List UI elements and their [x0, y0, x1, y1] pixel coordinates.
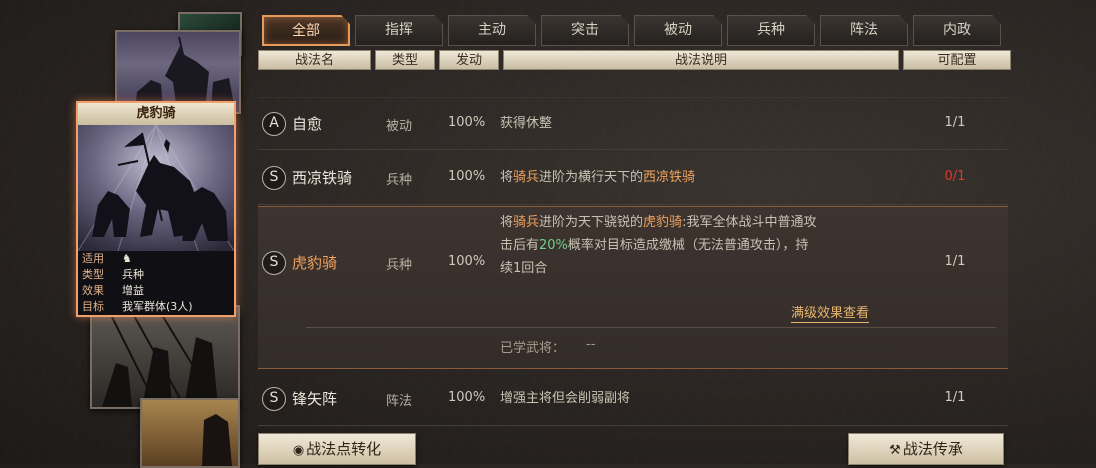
card-info-panel: 适用 ♞ 类型 兵种 效果 增益 目标 我军群体(3人) — [78, 251, 234, 315]
inherit-tactic-button[interactable]: ⚒ 战法传承 — [848, 433, 1004, 465]
tactic-type: 兵种 — [386, 258, 413, 273]
desc-highlight: 虎豹骑 — [643, 215, 683, 230]
desc-highlight: 西凉铁骑 — [643, 170, 696, 185]
grade-badge: S — [262, 166, 286, 190]
tactic-config: 1/1 — [944, 115, 966, 130]
tactic-config: 1/1 — [944, 254, 966, 269]
info-value: 我军群体(3人) — [122, 300, 193, 313]
table-row[interactable]: S 西凉铁骑 兵种 100% 将骑兵进阶为横行天下的西凉铁骑 0/1 — [258, 151, 1008, 205]
tactic-rate: 100% — [448, 390, 486, 405]
tab-troop[interactable]: 兵种 — [727, 15, 815, 46]
card-info-row: 目标 我军群体(3人) — [78, 299, 234, 315]
soldiers-silhouette-icon — [102, 311, 218, 407]
column-header-type[interactable]: 类型 — [375, 50, 435, 70]
tactic-config: 1/1 — [944, 390, 966, 405]
convert-tactic-points-button[interactable]: ◉ 战法点转化 — [258, 433, 416, 465]
grade-badge: S — [262, 251, 286, 275]
cavalry-charge-art-icon — [78, 125, 234, 251]
learned-generals-label: 已学武将： — [500, 341, 566, 356]
tactic-rate: 100% — [448, 254, 486, 269]
grade-badge: A — [262, 112, 286, 136]
table-row[interactable]: A 自愈 被动 100% 获得休整 1/1 — [258, 98, 1008, 150]
desc-text: 概率对目标造成缴械（无法普通攻击），持 — [567, 238, 809, 253]
tactic-list[interactable]: A 自愈 被动 100% 获得休整 1/1 S 西凉铁骑 兵种 100% 将骑兵… — [258, 70, 1008, 464]
tactic-description: 将骑兵进阶为天下骁锐的虎豹骑:我军全体战斗中普通攻 击后有20%概率对目标造成缴… — [500, 211, 920, 280]
desc-line: 续1回合 — [500, 261, 548, 276]
tactic-name: 自愈 — [292, 115, 323, 133]
deck-card-below[interactable] — [90, 305, 240, 409]
grade-badge: S — [262, 387, 286, 411]
desc-line: 击后有20%概率对目标造成缴械（无法普通攻击），持 — [500, 234, 920, 257]
card-info-row: 类型 兵种 — [78, 267, 234, 283]
button-label: 战法点转化 — [306, 440, 382, 458]
table-row-partial[interactable] — [258, 70, 1008, 98]
tactic-type: 阵法 — [386, 394, 413, 409]
horse-head-icon: ♞ — [122, 252, 132, 265]
desc-text: :我军全体战斗中普通攻 — [682, 215, 817, 230]
table-row-selected[interactable]: S 虎豹骑 兵种 100% 将骑兵进阶为天下骁锐的虎豹骑:我军全体战斗中普通攻 … — [258, 206, 1008, 369]
card-title: 虎豹骑 — [78, 103, 234, 125]
column-header-description: 战法说明 — [503, 50, 899, 70]
button-label: 战法传承 — [902, 440, 963, 458]
info-value: 兵种 — [122, 268, 144, 281]
tactic-type: 兵种 — [386, 173, 413, 188]
tactic-name: 虎豹骑 — [292, 254, 338, 272]
column-header-config[interactable]: 可配置 — [903, 50, 1011, 70]
category-tabs: 全部 指挥 主动 突击 被动 兵种 阵法 内政 — [262, 15, 1001, 46]
tab-internal[interactable]: 内政 — [913, 15, 1001, 46]
table-row[interactable]: S 锋矢阵 阵法 100% 增强主将但会削弱副将 1/1 — [258, 370, 1008, 426]
tab-formation[interactable]: 阵法 — [820, 15, 908, 46]
desc-text: 进阶为天下骁锐的 — [539, 215, 644, 230]
max-level-effect-link[interactable]: 满级效果查看 — [791, 302, 870, 323]
info-key: 目标 — [82, 300, 104, 313]
desc-text: 将 — [500, 170, 514, 185]
tactic-description: 将骑兵进阶为横行天下的西凉铁骑 — [500, 166, 695, 189]
cavalry-silhouette-icon — [135, 36, 235, 110]
deck-card-bottom[interactable] — [140, 398, 240, 468]
card-info-row: 适用 ♞ — [78, 251, 234, 267]
tab-all[interactable]: 全部 — [262, 15, 350, 46]
tab-passive[interactable]: 被动 — [634, 15, 722, 46]
desc-highlight: 骑兵 — [513, 215, 540, 230]
tab-active[interactable]: 主动 — [448, 15, 536, 46]
hammer-icon: ⚒ — [889, 443, 901, 458]
desc-text: 击后有 — [500, 238, 540, 253]
info-key: 适用 — [82, 252, 104, 265]
tab-command[interactable]: 指挥 — [355, 15, 443, 46]
tactic-config: 0/1 — [944, 169, 966, 184]
desc-text: 将 — [500, 215, 514, 230]
drop-icon: ◉ — [292, 443, 305, 458]
tab-assault[interactable]: 突击 — [541, 15, 629, 46]
info-key: 类型 — [82, 268, 104, 281]
figure-silhouette-icon — [202, 414, 232, 466]
divider — [306, 327, 996, 328]
learned-generals-value: -- — [586, 337, 596, 352]
tactic-name: 锋矢阵 — [292, 390, 338, 408]
desc-highlight: 骑兵 — [513, 170, 540, 185]
column-header-name[interactable]: 战法名 — [258, 50, 371, 70]
info-key: 效果 — [82, 284, 104, 297]
tactic-description: 增强主将但会削弱副将 — [500, 391, 631, 406]
selected-tactic-card[interactable]: 虎豹骑 适用 ♞ 类型 兵种 效果 增益 目标 我军群体(3人) — [76, 101, 236, 317]
tactic-type: 被动 — [386, 119, 413, 134]
card-info-row: 效果 增益 — [78, 283, 234, 299]
column-header-trigger[interactable]: 发动 — [439, 50, 499, 70]
tactic-description: 获得休整 — [500, 116, 553, 131]
tactic-rate: 100% — [448, 169, 486, 184]
desc-text: 进阶为横行天下的 — [539, 170, 644, 185]
desc-percent-highlight: 20% — [539, 238, 568, 253]
tactic-rate: 100% — [448, 115, 486, 130]
desc-line: 将骑兵进阶为天下骁锐的虎豹骑:我军全体战斗中普通攻 — [500, 211, 920, 234]
tactic-name: 西凉铁骑 — [292, 169, 353, 187]
info-value: 增益 — [122, 284, 144, 297]
